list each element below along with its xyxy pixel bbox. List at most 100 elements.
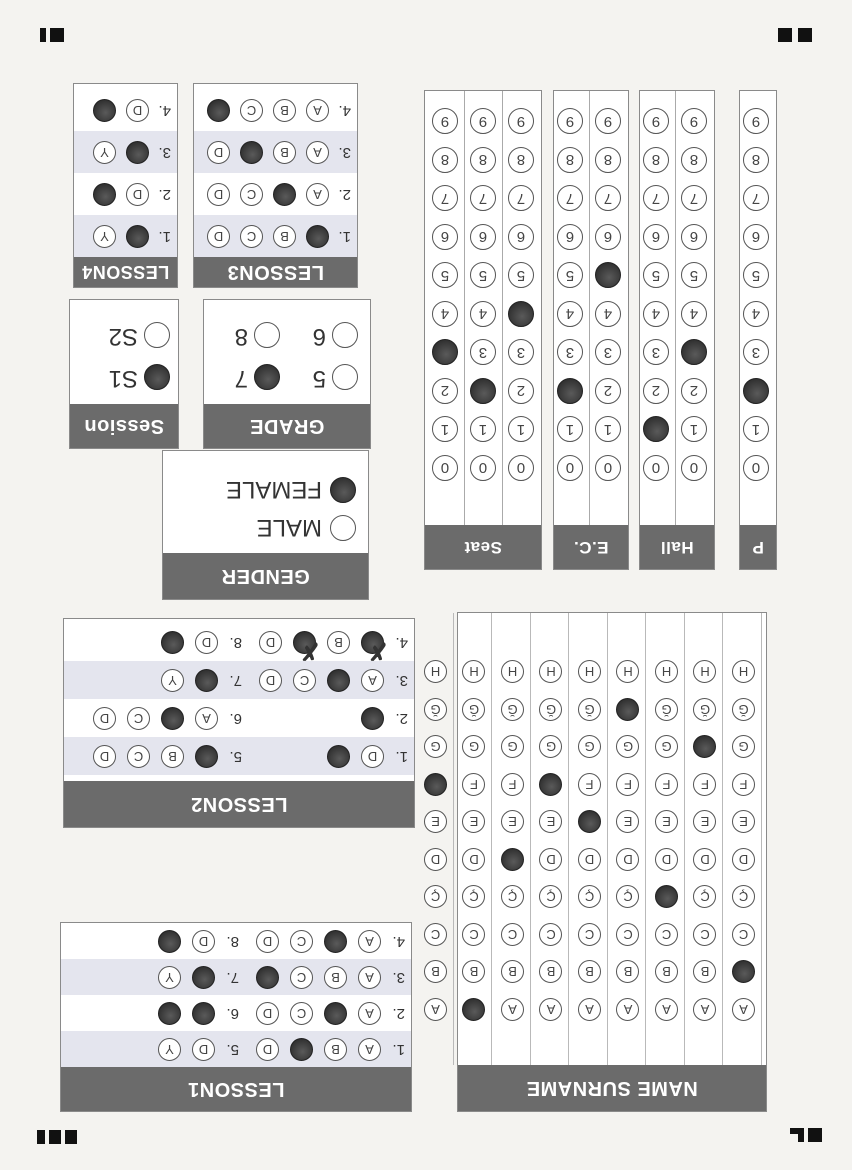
lesson2-option-bubble[interactable]: B [161, 745, 184, 768]
lesson2-option-bubble[interactable]: D [361, 745, 384, 768]
field-seat-digit-bubble[interactable]: 1 [432, 416, 458, 443]
gender-option-bubble[interactable] [330, 515, 356, 541]
field-ec-digit-bubble[interactable]: 2 [595, 378, 621, 404]
field-seat-digit-bubble[interactable]: 0 [470, 455, 496, 481]
field-seat-digit-bubble[interactable]: 6 [470, 224, 496, 250]
field-seat-digit-bubble[interactable]: 4 [508, 301, 534, 327]
lesson1-option-bubble[interactable]: D [256, 966, 279, 989]
lesson1-option-bubble[interactable]: A [358, 1038, 381, 1061]
lesson2-option-bubble[interactable]: Y [361, 707, 384, 730]
lesson1-option-bubble[interactable]: C [290, 1038, 313, 1061]
field-ec-digit-bubble[interactable]: 5 [557, 262, 583, 289]
field-ec-digit-bubble[interactable]: 7 [557, 185, 583, 212]
lesson1-option-bubble[interactable]: Y [158, 930, 181, 953]
field-seat-digit-bubble[interactable]: 2 [470, 378, 496, 404]
field-hall-digit-bubble[interactable]: 6 [643, 224, 669, 250]
field-p-digit-bubble[interactable]: 3 [743, 339, 769, 366]
field-ec-digit-bubble[interactable]: 5 [595, 262, 621, 289]
name-bubble-a[interactable]: A [655, 998, 678, 1021]
field-hall-digit-bubble[interactable]: 3 [681, 339, 707, 366]
lesson1-option-bubble[interactable]: B [324, 966, 347, 989]
field-seat-digit-bubble[interactable]: 4 [432, 301, 458, 327]
field-seat-digit-bubble[interactable]: 9 [470, 108, 496, 135]
lesson1-option-bubble[interactable]: C [290, 930, 313, 953]
name-bubble-a[interactable]: A [424, 998, 447, 1021]
lesson1-option-bubble[interactable]: A [358, 930, 381, 953]
field-p-digit-bubble[interactable]: 8 [743, 147, 769, 173]
lesson2-option-bubble[interactable]: C [127, 745, 150, 768]
field-seat-digit-bubble[interactable]: 8 [432, 147, 458, 173]
lesson3-option-bubble[interactable]: D [207, 141, 230, 164]
field-seat-digit-bubble[interactable]: 7 [470, 185, 496, 212]
field-seat-digit-bubble[interactable]: 5 [470, 262, 496, 289]
lesson2-option-bubble[interactable]: D [93, 707, 116, 730]
field-p-digit-bubble[interactable]: 9 [743, 108, 769, 135]
field-ec-digit-bubble[interactable]: 4 [595, 301, 621, 327]
lesson1-option-bubble[interactable]: D [192, 1038, 215, 1061]
lesson4-option-bubble[interactable]: D [126, 183, 149, 206]
grade-option-bubble[interactable] [332, 364, 358, 390]
session-option-bubble[interactable] [144, 364, 170, 390]
lesson3-option-bubble[interactable]: B [273, 99, 296, 122]
lesson3-option-bubble[interactable]: A [306, 99, 329, 122]
field-hall-digit-bubble[interactable]: 0 [643, 455, 669, 481]
field-seat-digit-bubble[interactable]: 7 [432, 185, 458, 212]
field-hall-digit-bubble[interactable]: 5 [643, 262, 669, 289]
lesson1-option-bubble[interactable]: B [324, 930, 347, 953]
lesson3-option-bubble[interactable]: D [207, 99, 230, 122]
field-hall-digit-bubble[interactable]: 6 [681, 224, 707, 250]
lesson3-option-bubble[interactable]: C [240, 99, 263, 122]
grade-option-bubble[interactable] [254, 322, 280, 348]
field-seat-digit-bubble[interactable]: 8 [508, 147, 534, 173]
field-p-digit-bubble[interactable]: 7 [743, 185, 769, 212]
field-ec-digit-bubble[interactable]: 1 [557, 416, 583, 443]
lesson2-option-bubble[interactable]: A [361, 669, 384, 692]
field-ec-digit-bubble[interactable]: 6 [595, 224, 621, 250]
lesson1-option-bubble[interactable]: C [290, 966, 313, 989]
name-bubble-d[interactable]: D [424, 848, 447, 871]
field-seat-digit-bubble[interactable]: 4 [470, 301, 496, 327]
lesson2-option-bubble[interactable]: D [259, 631, 282, 654]
name-bubble-ç[interactable]: Ç [424, 885, 447, 909]
lesson2-option-bubble[interactable]: D [259, 669, 282, 692]
lesson1-option-bubble[interactable]: Y [158, 1002, 181, 1025]
field-hall-digit-bubble[interactable]: 8 [681, 147, 707, 173]
lesson3-option-bubble[interactable]: D [207, 183, 230, 206]
lesson1-option-bubble[interactable]: Y [158, 1038, 181, 1061]
lesson2-option-bubble[interactable]: D [195, 631, 218, 654]
lesson1-option-bubble[interactable]: C [290, 1002, 313, 1025]
field-hall-digit-bubble[interactable]: 7 [643, 185, 669, 212]
field-hall-digit-bubble[interactable]: 2 [681, 378, 707, 404]
field-seat-digit-bubble[interactable]: 2 [432, 378, 458, 404]
lesson3-option-bubble[interactable]: B [273, 141, 296, 164]
name-bubble-b[interactable]: B [424, 960, 447, 984]
name-bubble-e[interactable]: E [424, 810, 447, 834]
field-hall-digit-bubble[interactable]: 7 [681, 185, 707, 212]
field-seat-digit-bubble[interactable]: 1 [470, 416, 496, 443]
gender-option-bubble[interactable] [330, 477, 356, 503]
session-option-bubble[interactable] [144, 322, 170, 348]
name-bubble-ğ[interactable]: Ğ [655, 698, 678, 721]
lesson2-option-bubble[interactable]: C [293, 669, 316, 692]
lesson1-option-bubble[interactable]: D [256, 930, 279, 953]
field-seat-digit-bubble[interactable]: 9 [432, 108, 458, 135]
field-p-digit-bubble[interactable]: 1 [743, 416, 769, 443]
field-ec-digit-bubble[interactable]: 4 [557, 301, 583, 327]
field-hall-digit-bubble[interactable]: 0 [681, 455, 707, 481]
name-bubble-f[interactable]: F [655, 773, 678, 796]
lesson1-option-bubble[interactable]: D [192, 966, 215, 989]
field-ec-digit-bubble[interactable]: 0 [557, 455, 583, 481]
field-hall-digit-bubble[interactable]: 8 [643, 147, 669, 173]
lesson3-option-bubble[interactable]: C [240, 183, 263, 206]
name-bubble-ğ[interactable]: Ğ [578, 698, 601, 721]
field-hall-digit-bubble[interactable]: 5 [681, 262, 707, 289]
lesson3-option-bubble[interactable]: A [306, 141, 329, 164]
field-ec-digit-bubble[interactable]: 8 [595, 147, 621, 173]
field-seat-digit-bubble[interactable]: 8 [470, 147, 496, 173]
name-bubble-ğ[interactable]: Ğ [501, 698, 524, 721]
name-bubble-a[interactable]: A [501, 998, 524, 1021]
lesson1-option-bubble[interactable]: B [324, 1038, 347, 1061]
field-seat-digit-bubble[interactable]: 6 [432, 224, 458, 250]
field-hall-digit-bubble[interactable]: 3 [643, 339, 669, 366]
field-p-digit-bubble[interactable]: 0 [743, 455, 769, 481]
